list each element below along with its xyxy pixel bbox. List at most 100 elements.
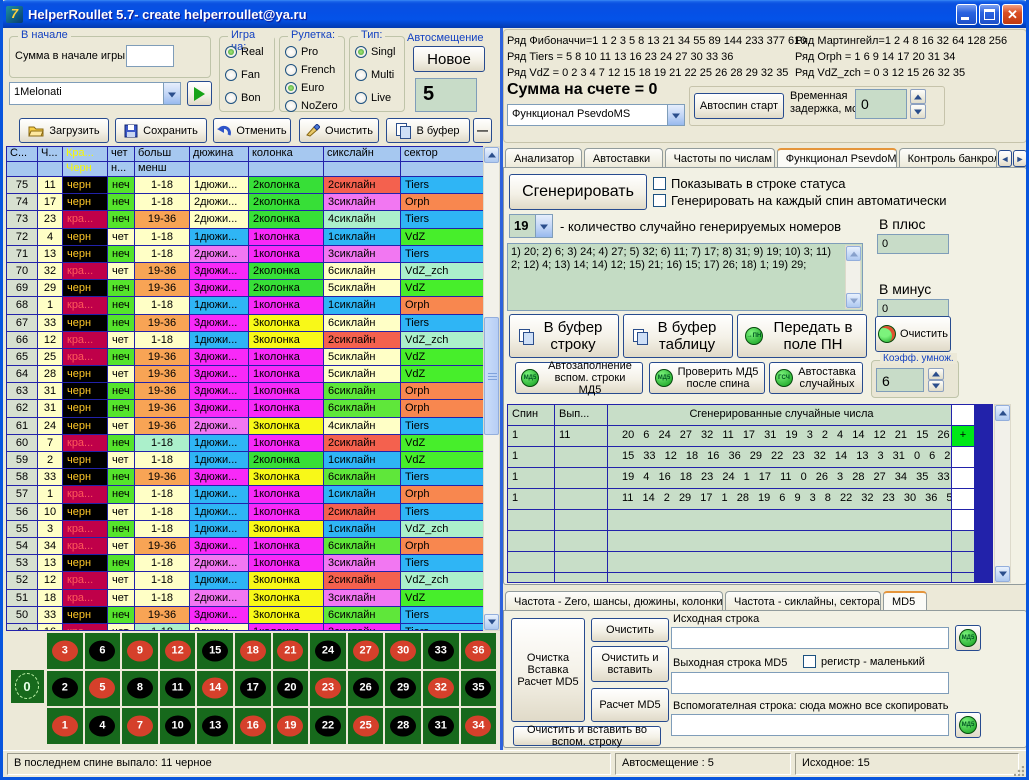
tab-автоставки[interactable]: Автоставки [584, 148, 663, 168]
history-col-header[interactable]: н... [108, 162, 134, 176]
clear-button[interactable]: Очистить [299, 118, 379, 143]
radio-icon[interactable] [355, 46, 367, 58]
history-col-header[interactable]: менш [135, 162, 189, 176]
send-to-pn-button[interactable]: →ПН Передать в поле ПН [737, 314, 867, 358]
board-cell-32[interactable]: 32 [423, 671, 459, 707]
md5-paste-aux-button[interactable]: Очистить и вставить во вспом. строку [513, 726, 661, 746]
board-cell-13[interactable]: 13 [197, 708, 233, 744]
spin-down-button[interactable] [910, 104, 926, 119]
buffer-string-button[interactable]: В буфер строку [509, 314, 619, 358]
board-cell-1[interactable]: 1 [47, 708, 83, 744]
radio-icon[interactable] [225, 92, 237, 104]
clear-generated-button[interactable]: Очистить [875, 316, 951, 352]
resize-grip[interactable] [1014, 766, 1024, 776]
board-cell-16[interactable]: 16 [235, 708, 271, 744]
autofill-md5-button[interactable]: МД5 Автозаполнение вспом. строки МД5 [515, 362, 643, 394]
show-status-option[interactable]: Показывать в строке статуса [653, 176, 846, 191]
radio-icon[interactable] [285, 100, 297, 112]
tab-частота-zero-шансы-дюжины-колонки[interactable]: Частота - Zero, шансы, дюжины, колонки [505, 591, 723, 611]
generate-button[interactable]: Сгенерировать [509, 174, 647, 210]
scroll-down-button[interactable] [995, 566, 1010, 582]
tab-частота-сиклайны-сектора[interactable]: Частота - сиклайны, сектора [725, 591, 881, 611]
spin-down-button[interactable] [928, 380, 944, 392]
board-cell-14[interactable]: 14 [197, 671, 233, 707]
spin-up-button[interactable] [928, 368, 944, 380]
radio-option-pro[interactable]: Pro [285, 46, 318, 58]
spin-up-button[interactable] [910, 89, 926, 104]
history-col-header[interactable]: Ч... [38, 147, 62, 161]
md5-source-input[interactable] [671, 627, 949, 649]
radio-option-live[interactable]: Live [355, 92, 391, 104]
radio-option-fan[interactable]: Fan [225, 69, 260, 81]
tab-функционал-psevdoms[interactable]: Функционал PsevdoMS [777, 148, 897, 168]
buffer-table-button[interactable]: В буфер таблицу [623, 314, 733, 358]
spins-scrollbar[interactable] [994, 404, 1011, 583]
board-cell-18[interactable]: 18 [235, 633, 271, 669]
md5-source-run-button[interactable]: МД5 [955, 625, 981, 651]
board-cell-28[interactable]: 28 [385, 708, 421, 744]
radio-icon[interactable] [225, 69, 237, 81]
board-cell-5[interactable]: 5 [85, 671, 121, 707]
combo-arrow-button[interactable] [535, 215, 552, 237]
md5-clear-button[interactable]: Очистить [591, 618, 669, 642]
radio-option-multi[interactable]: Multi [355, 69, 394, 81]
md5-big-button[interactable]: Очистка Вставка Расчет MD5 [511, 618, 585, 722]
close-button[interactable]: ✕ [1002, 4, 1023, 25]
board-cell-6[interactable]: 6 [85, 633, 121, 669]
scroll-thumb[interactable] [484, 317, 499, 435]
board-cell-21[interactable]: 21 [273, 633, 309, 669]
radio-icon[interactable] [285, 82, 297, 94]
functional-combo[interactable]: Функционал PsevdoMS [507, 104, 685, 126]
board-cell-23[interactable]: 23 [310, 671, 346, 707]
md5-aux-input[interactable] [671, 714, 949, 736]
history-col-header[interactable]: больш [135, 147, 189, 161]
board-cell-17[interactable]: 17 [235, 671, 271, 707]
board-cell-7[interactable]: 7 [122, 708, 158, 744]
board-cell-33[interactable]: 33 [423, 633, 459, 669]
board-cell-29[interactable]: 29 [385, 671, 421, 707]
history-col-header[interactable]: колонка [249, 147, 323, 161]
history-table[interactable]: 7511черннеч1-181дюжи...2колонка2сиклайнT… [6, 177, 493, 631]
start-sum-input[interactable] [126, 45, 174, 67]
radio-icon[interactable] [285, 64, 297, 76]
combo-arrow-button[interactable] [163, 83, 180, 104]
board-cell-3[interactable]: 3 [47, 633, 83, 669]
autospin-start-button[interactable]: Автоспин старт [694, 93, 784, 119]
generated-numbers-textarea[interactable]: 1) 20; 2) 6; 3) 24; 4) 27; 5) 32; 6) 11;… [507, 243, 863, 311]
board-cell-19[interactable]: 19 [273, 708, 309, 744]
scroll-up-button[interactable] [995, 405, 1010, 421]
spins-col-header[interactable]: Вып... [555, 405, 607, 425]
collapse-button[interactable]: — [473, 118, 492, 143]
lowercase-option[interactable]: регистр - маленький [803, 655, 925, 668]
history-col-header[interactable]: чет [108, 147, 134, 161]
board-cell-15[interactable]: 15 [197, 633, 233, 669]
radio-icon[interactable] [285, 46, 297, 58]
md5-clear-paste-button[interactable]: Очистить и вставить [591, 646, 669, 682]
history-col-header[interactable] [38, 162, 62, 176]
preset-combo[interactable]: 1Melonati [9, 82, 181, 105]
board-cell-9[interactable]: 9 [122, 633, 158, 669]
history-col-header[interactable]: Кра... [63, 147, 107, 161]
md5-aux-run-button[interactable]: МД5 [955, 712, 981, 738]
auto-generate-option[interactable]: Генерировать на каждый спин автоматическ… [653, 193, 947, 208]
scroll-up-button[interactable] [484, 147, 499, 163]
combo-arrow-button[interactable] [667, 105, 684, 125]
board-cell-24[interactable]: 24 [310, 633, 346, 669]
scroll-down-button[interactable] [484, 614, 499, 630]
md5-calc-button[interactable]: Расчет MD5 [591, 688, 669, 722]
delay-spinner[interactable] [910, 89, 926, 119]
board-cell-4[interactable]: 4 [85, 708, 121, 744]
check-md5-button[interactable]: МД5 Проверить МД5 после спина [649, 362, 765, 394]
scroll-up-button[interactable] [846, 246, 861, 261]
tab-частоты-по-числам[interactable]: Частоты по числам [665, 148, 775, 168]
tab-md5[interactable]: MD5 [883, 591, 927, 611]
history-col-header[interactable]: С... [7, 147, 37, 161]
load-button[interactable]: Загрузить [19, 118, 109, 143]
tab-анализатор[interactable]: Анализатор [505, 148, 582, 168]
tabs-scroll-right-button[interactable]: ► [1013, 150, 1027, 167]
radio-icon[interactable] [355, 92, 367, 104]
board-cell-26[interactable]: 26 [348, 671, 384, 707]
show-status-checkbox[interactable] [653, 177, 666, 190]
radio-option-french[interactable]: French [285, 64, 335, 76]
board-cell-34[interactable]: 34 [461, 708, 497, 744]
